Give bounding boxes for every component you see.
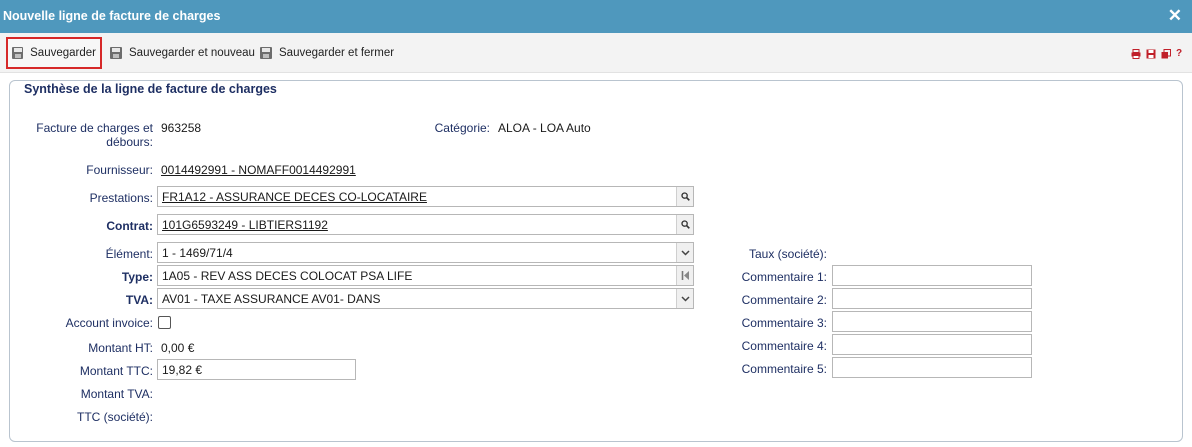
facture-label: Facture de charges et débours: (36, 121, 153, 149)
facture-value: 963258 (161, 121, 202, 135)
categorie-label: Catégorie: (434, 121, 490, 135)
montant-ht-label: Montant HT: (88, 341, 153, 355)
commentaire-1-label: Commentaire 1: (741, 270, 827, 284)
tva-label: TVA: (125, 293, 153, 307)
ttc-societe-label: TTC (société): (76, 410, 153, 424)
search-icon[interactable] (676, 187, 693, 206)
montant-ttc-input[interactable]: 19,82 € (157, 359, 356, 380)
window-title: Nouvelle ligne de facture de charges (3, 9, 221, 23)
fournisseur-label: Fournisseur: (86, 163, 153, 177)
chevron-down-icon[interactable] (676, 243, 693, 262)
element-label: Élément: (105, 247, 153, 261)
contrat-label: Contrat: (106, 219, 153, 233)
montant-ttc-label: Montant TTC: (79, 364, 153, 378)
fournisseur-link[interactable]: 0014492991 - NOMAFF0014492991 (161, 163, 356, 177)
montant-tva-label: Montant TVA: (80, 387, 153, 401)
save-and-new-button[interactable]: Sauvegarder et nouveau (106, 37, 259, 69)
element-select[interactable]: 1 - 1469/71/4 (157, 242, 694, 263)
element-value: 1 - 1469/71/4 (162, 246, 233, 260)
commentaire-4-input[interactable] (832, 334, 1032, 355)
commentaire-5-input[interactable] (832, 357, 1032, 378)
type-value: 1A05 - REV ASS DECES COLOCAT PSA LIFE (162, 269, 413, 283)
commentaire-4-label: Commentaire 4: (741, 339, 827, 353)
help-icon[interactable]: ? (1176, 49, 1186, 59)
tva-value: AV01 - TAXE ASSURANCE AV01- DANS (162, 292, 381, 306)
prestations-field[interactable]: FR1A12 - ASSURANCE DECES CO-LOCATAIRE (157, 186, 694, 207)
categorie-value: ALOA - LOA Auto (498, 121, 591, 135)
floppy-disk-icon (12, 47, 24, 59)
commentaire-2-label: Commentaire 2: (741, 293, 827, 307)
print-preview-icon[interactable] (1161, 49, 1171, 59)
search-icon[interactable] (676, 215, 693, 234)
montant-ht-value: 0,00 € (161, 341, 195, 355)
save-and-new-label: Sauvegarder et nouveau (129, 47, 255, 59)
account-invoice-checkbox[interactable] (158, 316, 171, 329)
contrat-field[interactable]: 101G6593249 - LIBTIERS1192 (157, 214, 694, 235)
commentaire-3-input[interactable] (832, 311, 1032, 332)
toolbar: Sauvegarder Sauvegarder et nouveau Sauve… (0, 33, 1192, 73)
save-and-close-label: Sauvegarder et fermer (279, 47, 395, 59)
commentaire-1-input[interactable] (832, 265, 1032, 286)
type-label: Type: (121, 270, 153, 284)
commentaire-3-label: Commentaire 3: (741, 316, 827, 330)
floppy-disk-icon (110, 47, 122, 59)
tva-select[interactable]: AV01 - TAXE ASSURANCE AV01- DANS (157, 288, 694, 309)
close-icon[interactable]: ✕ (1168, 6, 1182, 26)
contrat-value: 101G6593249 - LIBTIERS1192 (162, 218, 328, 232)
prestations-label: Prestations: (89, 191, 153, 205)
commentaire-5-label: Commentaire 5: (741, 362, 827, 376)
save-button[interactable]: Sauvegarder (6, 37, 102, 69)
montant-ttc-value: 19,82 € (162, 363, 203, 377)
prestations-value: FR1A12 - ASSURANCE DECES CO-LOCATAIRE (162, 190, 427, 204)
save-button-label: Sauvegarder (30, 47, 96, 59)
floppy-disk-icon (260, 47, 272, 59)
commentaire-2-input[interactable] (832, 288, 1032, 309)
save-and-close-button[interactable]: Sauvegarder et fermer (256, 37, 398, 69)
section-title: Synthèse de la ligne de facture de charg… (20, 82, 281, 96)
print-icon[interactable] (1131, 49, 1141, 59)
window-titlebar: Nouvelle ligne de facture de charges ✕ (0, 0, 1192, 33)
save-icon[interactable] (1146, 49, 1156, 59)
first-page-icon[interactable] (676, 266, 693, 285)
type-field[interactable]: 1A05 - REV ASS DECES COLOCAT PSA LIFE (157, 265, 694, 286)
taux-societe-label: Taux (société): (748, 247, 827, 261)
account-invoice-label: Account invoice: (65, 316, 153, 330)
chevron-down-icon[interactable] (676, 289, 693, 308)
toolbar-right-icons: ? (1131, 49, 1186, 59)
